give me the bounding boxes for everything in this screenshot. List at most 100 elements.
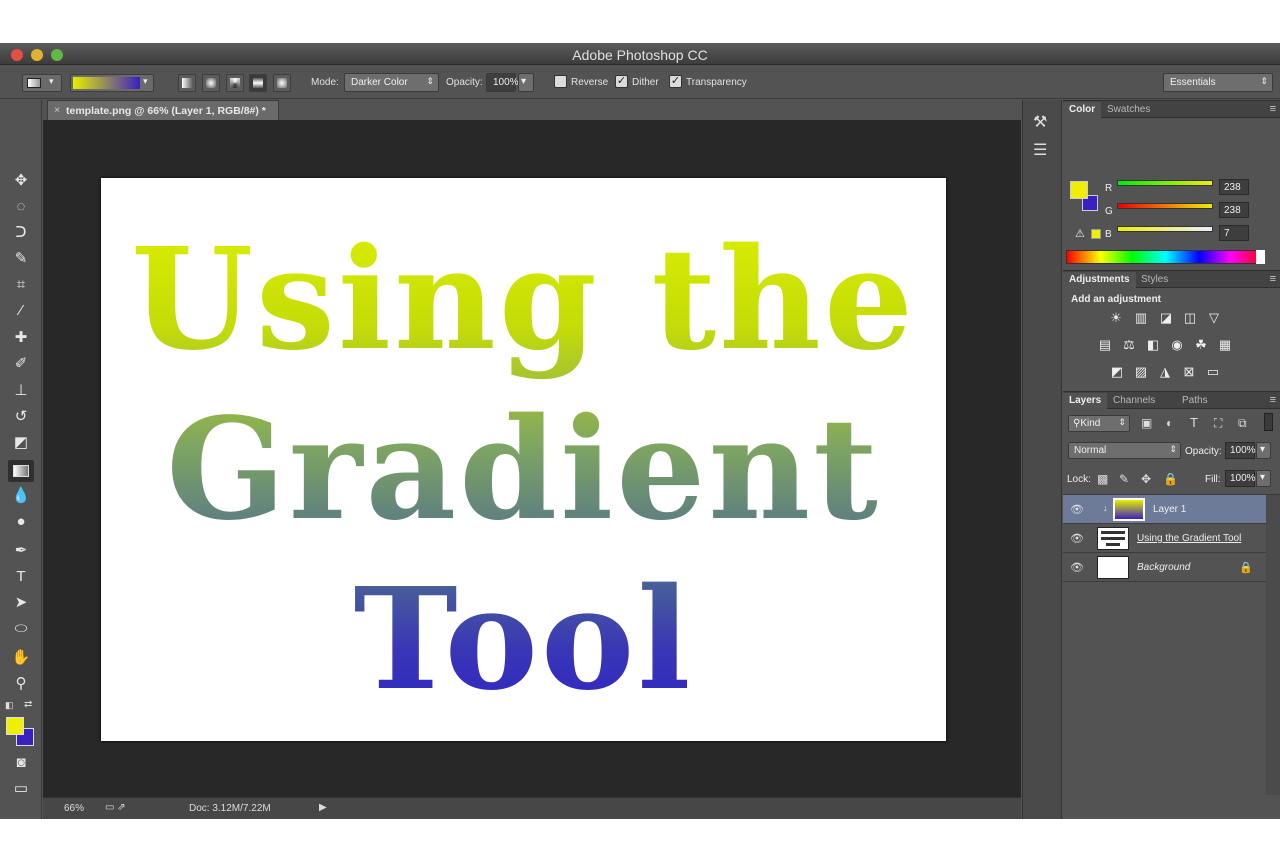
ellipse-tool-icon[interactable]: ⬭ [8, 618, 34, 640]
dither-checkbox[interactable]: ✓ [615, 75, 628, 88]
gradient-picker[interactable]: ▾ [70, 74, 154, 92]
layer-opacity-field[interactable]: 100% [1225, 442, 1256, 459]
close-tab-icon[interactable]: × [54, 104, 60, 116]
fill-field[interactable]: 100% [1225, 470, 1256, 487]
layer-row[interactable]: 👁 Background 🔒 [1063, 553, 1266, 582]
workspace-select[interactable]: Essentials ⇕ [1163, 73, 1273, 92]
layers-scrollbar[interactable] [1266, 495, 1280, 795]
threshold-icon[interactable]: ◮ [1156, 364, 1174, 380]
tab-styles[interactable]: Styles [1135, 274, 1174, 285]
filter-toggle[interactable] [1264, 413, 1273, 431]
dodge-tool-icon[interactable]: ● [8, 511, 34, 533]
tool-preset-picker[interactable]: ▾ [22, 74, 62, 92]
path-selection-tool-icon[interactable]: ➤ [8, 592, 34, 614]
channel-mixer-icon[interactable]: ☘ [1192, 337, 1210, 353]
panel-menu-icon[interactable]: ≡ [1270, 103, 1276, 115]
filter-shape-icon[interactable]: ⛶ [1214, 416, 1222, 431]
lock-image-icon[interactable]: ✎ [1119, 472, 1129, 486]
levels-icon[interactable]: ▥ [1132, 310, 1150, 326]
layer-row[interactable]: 👁 ↓ Layer 1 [1063, 495, 1266, 524]
black-white-icon[interactable]: ◧ [1144, 337, 1162, 353]
kind-filter-select[interactable]: ⚲Kind ⇕ [1068, 415, 1130, 432]
transparency-checkbox[interactable]: ✓ [669, 75, 682, 88]
lock-position-icon[interactable]: ✥ [1141, 472, 1151, 486]
posterize-icon[interactable]: ▨ [1132, 364, 1150, 380]
color-spectrum-bar[interactable] [1066, 250, 1265, 264]
tab-adjustments[interactable]: Adjustments [1063, 272, 1136, 288]
gradient-tool-icon[interactable] [8, 460, 34, 482]
fill-dropdown[interactable]: ▾ [1256, 470, 1271, 487]
hue-saturation-icon[interactable]: ▤ [1096, 337, 1114, 353]
status-icons[interactable]: ▭ ⇗ [105, 802, 126, 813]
angle-gradient-button[interactable] [226, 74, 244, 92]
gamut-color-swatch[interactable] [1091, 229, 1101, 239]
default-colors-icon[interactable]: ◧ [5, 700, 14, 711]
r-slider[interactable] [1117, 180, 1213, 186]
hand-tool-icon[interactable]: ✋ [8, 647, 34, 669]
lock-all-icon[interactable]: 🔒 [1163, 472, 1178, 486]
pen-tool-icon[interactable]: ✒ [8, 540, 34, 562]
opacity-field[interactable]: 100% [486, 73, 519, 92]
tab-layers[interactable]: Layers [1063, 393, 1108, 409]
foreground-color-swatch[interactable] [6, 717, 24, 735]
tab-swatches[interactable]: Swatches [1101, 104, 1156, 115]
eye-icon[interactable]: 👁 [1070, 532, 1084, 545]
opacity-dropdown[interactable]: ▾ [518, 73, 534, 92]
filter-pixel-icon[interactable]: ▣ [1141, 416, 1152, 430]
type-tool-icon[interactable]: T [8, 566, 34, 588]
canvas-area[interactable]: Using the Gradient Tool [43, 120, 1021, 797]
zoom-level[interactable]: 66% [64, 803, 84, 814]
g-value[interactable]: 238 [1219, 202, 1249, 218]
diamond-gradient-button[interactable] [273, 74, 291, 92]
quick-mask-icon[interactable]: ◙ [8, 752, 34, 774]
move-tool-icon[interactable]: ✥ [8, 170, 34, 192]
curves-icon[interactable]: ◪ [1157, 310, 1175, 326]
color-balance-icon[interactable]: ⚖ [1120, 337, 1138, 353]
r-value[interactable]: 238 [1219, 179, 1249, 195]
blend-mode-select[interactable]: Normal ⇕ [1068, 442, 1181, 459]
reflected-gradient-button[interactable] [249, 74, 267, 92]
tab-channels[interactable]: Channels [1107, 395, 1161, 406]
selective-color-icon[interactable]: ⊠ [1180, 364, 1198, 380]
marquee-tool-icon[interactable]: ◌ [8, 196, 34, 218]
color-panel-foreground-swatch[interactable] [1070, 181, 1088, 199]
tab-color[interactable]: Color [1063, 102, 1102, 118]
filter-adjustment-icon[interactable]: ◐ [1166, 416, 1173, 430]
clone-stamp-tool-icon[interactable]: ⊥ [8, 380, 34, 402]
eye-icon[interactable]: 👁 [1070, 503, 1084, 516]
properties-panel-icon[interactable]: ☰ [1033, 140, 1047, 160]
crop-tool-icon[interactable]: ⌗ [8, 274, 34, 296]
zoom-tool-icon[interactable]: ⚲ [8, 673, 34, 695]
color-lookup-icon[interactable]: ▦ [1216, 337, 1234, 353]
linear-gradient-button[interactable] [178, 74, 196, 92]
g-slider[interactable] [1117, 203, 1213, 209]
status-menu-arrow-icon[interactable]: ▶ [319, 802, 327, 813]
brush-tool-icon[interactable]: ✐ [8, 353, 34, 375]
mode-select[interactable]: Darker Color ⇕ [344, 73, 439, 92]
exposure-icon[interactable]: ◫ [1181, 310, 1199, 326]
layer-opacity-dropdown[interactable]: ▾ [1256, 442, 1271, 459]
blur-tool-icon[interactable]: 💧 [8, 485, 34, 507]
gamut-warning-icon[interactable]: ⚠ [1075, 227, 1085, 240]
screen-mode-icon[interactable]: ▭ [8, 778, 34, 800]
b-slider[interactable] [1117, 226, 1213, 232]
eraser-tool-icon[interactable]: ◩ [8, 432, 34, 454]
lock-transparent-icon[interactable]: ▩ [1097, 472, 1108, 486]
history-panel-icon[interactable]: ⚒ [1033, 112, 1047, 132]
lasso-tool-icon[interactable]: ᑐ [8, 222, 34, 244]
filter-smart-object-icon[interactable]: ⧉ [1238, 416, 1247, 431]
quick-selection-tool-icon[interactable]: ✎ [8, 248, 34, 270]
b-value[interactable]: 7 [1219, 225, 1249, 241]
panel-menu-icon[interactable]: ≡ [1270, 394, 1276, 406]
brightness-contrast-icon[interactable]: ☀ [1107, 310, 1125, 326]
document-tab[interactable]: × template.png @ 66% (Layer 1, RGB/8#) * [47, 100, 279, 120]
eyedropper-tool-icon[interactable]: ⁄ [8, 300, 34, 322]
reverse-checkbox[interactable] [554, 75, 567, 88]
eye-icon[interactable]: 👁 [1070, 561, 1084, 574]
panel-menu-icon[interactable]: ≡ [1270, 273, 1276, 285]
filter-type-icon[interactable]: T [1190, 415, 1198, 430]
vibrance-icon[interactable]: ▽ [1205, 310, 1223, 326]
swap-colors-icon[interactable]: ⇄ [24, 699, 32, 710]
photo-filter-icon[interactable]: ◉ [1168, 337, 1186, 353]
history-brush-tool-icon[interactable]: ↺ [8, 406, 34, 428]
